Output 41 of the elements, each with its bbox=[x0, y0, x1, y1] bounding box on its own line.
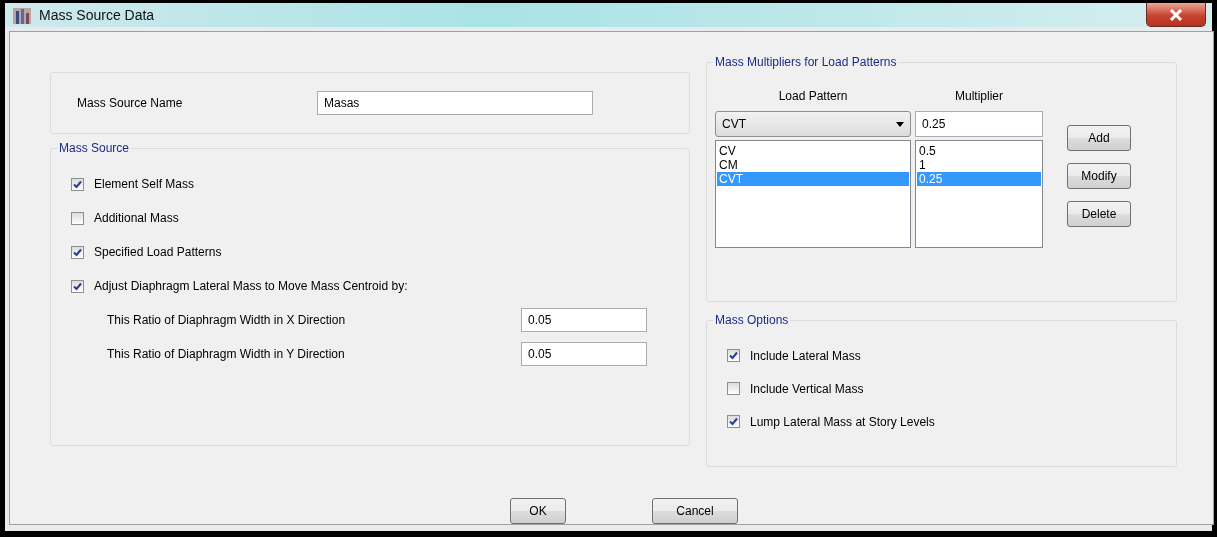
close-icon bbox=[1169, 8, 1183, 21]
group-title: Mass Multipliers for Load Patterns bbox=[713, 55, 899, 69]
add-button[interactable]: Add bbox=[1067, 125, 1131, 151]
multiplier-field[interactable]: 0.25 bbox=[915, 111, 1043, 137]
cancel-button[interactable]: Cancel bbox=[652, 498, 738, 524]
checkbox[interactable] bbox=[727, 415, 740, 428]
checkbox-label: Specified Load Patterns bbox=[94, 245, 222, 259]
caret-icon bbox=[896, 121, 904, 127]
field-label: This Ratio of Diaphragm Width in X Direction bbox=[107, 313, 347, 327]
modify-button[interactable]: Modify bbox=[1067, 163, 1131, 189]
name-field[interactable]: Masas bbox=[317, 91, 593, 115]
app-icon bbox=[13, 6, 31, 24]
list-item[interactable]: CV bbox=[717, 144, 909, 158]
list-item[interactable]: CM bbox=[717, 158, 909, 172]
group-title: Mass Source bbox=[57, 141, 132, 155]
delete-button[interactable]: Delete bbox=[1067, 201, 1131, 227]
list-item[interactable]: 1 bbox=[917, 158, 1041, 172]
window-title: Mass Source Data bbox=[39, 7, 155, 23]
checkbox-label: Element Self Mass bbox=[94, 177, 195, 191]
column-header: Multiplier bbox=[954, 89, 1004, 105]
checkbox[interactable] bbox=[727, 382, 740, 395]
checkbox-label: Additional Mass bbox=[94, 211, 179, 225]
field-label: Mass Source Name bbox=[77, 96, 184, 110]
ok-button[interactable]: OK bbox=[510, 498, 566, 524]
list-item[interactable]: 0.5 bbox=[917, 144, 1041, 158]
checkbox[interactable] bbox=[727, 349, 740, 362]
load-pattern-dropdown[interactable]: CVT bbox=[715, 111, 911, 137]
checkbox[interactable] bbox=[71, 279, 84, 293]
checkbox[interactable] bbox=[71, 177, 84, 191]
checkbox[interactable] bbox=[71, 245, 84, 259]
ratio-field[interactable]: 0.05 bbox=[521, 342, 647, 366]
column-header: Load Pattern bbox=[777, 89, 849, 105]
field-label: This Ratio of Diaphragm Width in Y Direction bbox=[107, 347, 346, 361]
group-title: Mass Options bbox=[713, 313, 791, 327]
close-button[interactable] bbox=[1146, 3, 1206, 27]
ratio-field[interactable]: 0.05 bbox=[521, 308, 647, 332]
checkbox-label: Lump Lateral Mass at Story Levels bbox=[750, 414, 935, 429]
checkbox-label: Adjust Diaphragm Lateral Mass to Move Mass Centroid by: bbox=[94, 279, 408, 293]
checkbox[interactable] bbox=[71, 211, 84, 225]
checkbox-label: Include Lateral Mass bbox=[750, 348, 861, 363]
checkbox-label: Include Vertical Mass bbox=[750, 381, 864, 396]
